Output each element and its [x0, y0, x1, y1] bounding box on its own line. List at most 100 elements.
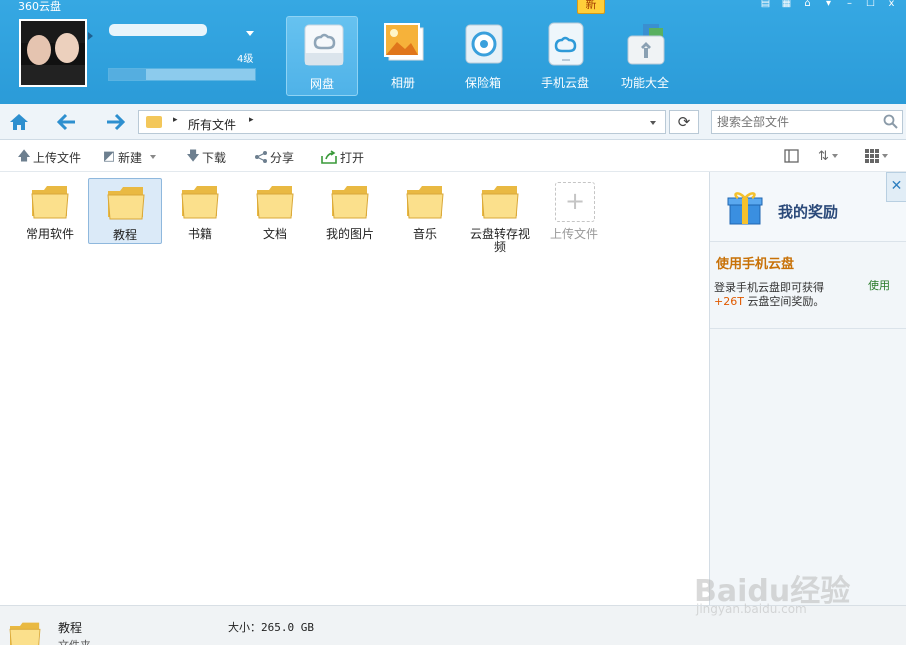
rewards-header: 我的奖励 ✕ — [710, 172, 906, 242]
tab-wangpan[interactable]: 网盘 — [286, 16, 358, 96]
tab-gongneng[interactable]: 功能大全 — [609, 16, 681, 96]
selected-item-size: 大小：265.0 GB — [228, 621, 314, 634]
baidu-watermark: Baidu经验 jingyan.baidu.com — [694, 558, 874, 618]
download-button[interactable]: 🡇 下载 — [186, 148, 226, 166]
new-label: 新建 — [118, 150, 143, 165]
folder-icon — [9, 622, 41, 645]
search-icon[interactable] — [883, 114, 898, 129]
folder-name: 常用软件 — [25, 227, 74, 241]
toolbox-icon — [627, 24, 665, 65]
gift-icon — [727, 192, 763, 225]
chevron-right-icon: ▸ — [249, 115, 254, 125]
path-breadcrumb[interactable]: ▸ 所有文件 ▸ — [138, 110, 666, 134]
home-mini-icon[interactable]: ⌂ — [797, 0, 818, 11]
forward-button[interactable] — [100, 108, 130, 136]
folder-item[interactable]: 音乐 — [388, 178, 462, 244]
cloud-drive-icon — [304, 24, 344, 66]
breadcrumb-current[interactable]: 所有文件 — [188, 116, 236, 133]
tab-label: 功能大全 — [620, 76, 669, 90]
refresh-button[interactable]: ⟳ — [669, 110, 699, 134]
folder-item[interactable]: 我的图片 — [313, 178, 387, 244]
watermark-url: jingyan.baidu.com — [696, 602, 807, 616]
safe-box-icon — [465, 24, 503, 64]
close-panel-button[interactable]: ✕ — [886, 172, 906, 202]
path-dropdown-icon[interactable] — [650, 121, 656, 125]
share-label: 分享 — [270, 150, 295, 165]
upload-button[interactable]: 🡅 上传文件 — [17, 148, 81, 166]
download-label: 下载 — [202, 150, 227, 165]
folder-item-selected[interactable]: 教程 — [88, 178, 162, 244]
sort-icon: ⇅ — [818, 148, 829, 164]
tab-label: 相册 — [390, 76, 415, 90]
tab-shouji[interactable]: 手机云盘 — [529, 16, 601, 96]
folder-name: 音乐 — [412, 227, 437, 241]
folder-item[interactable]: 文档 — [238, 178, 312, 244]
folder-name: 书籍 — [187, 227, 212, 241]
close-window-icon[interactable]: x — [881, 0, 902, 11]
upload-label: 上传文件 — [33, 150, 82, 165]
avatar-arrow-icon — [88, 32, 93, 40]
new-folder-icon: ◩ — [102, 149, 116, 164]
menu-icon[interactable]: ▤ — [755, 0, 776, 11]
folder-icon — [146, 116, 162, 128]
chevron-down-icon — [831, 154, 838, 158]
tab-label: 手机云盘 — [540, 76, 589, 90]
user-level: 4级 — [237, 54, 254, 65]
download-arrow-icon: 🡇 — [186, 149, 200, 164]
open-button[interactable]: 打开 — [320, 148, 364, 166]
share-button[interactable]: 分享 — [254, 148, 294, 166]
folder-item[interactable]: 云盘转存视频 — [463, 178, 537, 258]
home-button[interactable] — [4, 108, 34, 136]
divider — [710, 328, 906, 329]
upload-arrow-icon: 🡅 — [17, 149, 31, 164]
reward-title: 使用手机云盘 — [716, 257, 795, 272]
reward-description: 登录手机云盘即可获得 +26T 云盘空间奖励。 — [714, 281, 825, 308]
search-input[interactable] — [717, 114, 877, 130]
folder-icon — [107, 187, 145, 220]
forward-arrow-icon — [107, 113, 126, 131]
maximize-icon[interactable]: ☐ — [860, 0, 881, 11]
new-badge: 新 — [577, 0, 605, 14]
user-menu-chevron-icon[interactable] — [246, 31, 254, 36]
folder-icon — [181, 186, 219, 219]
back-button[interactable] — [52, 108, 82, 136]
reward-amount: +26T — [714, 295, 744, 308]
toggle-panel-button[interactable] — [784, 148, 799, 164]
folder-item[interactable]: 常用软件 — [13, 178, 87, 244]
folder-name: 我的图片 — [325, 227, 374, 241]
use-reward-link[interactable]: 使用 — [868, 277, 890, 293]
dropdown-icon[interactable]: ▾ — [818, 0, 839, 11]
tab-baoxianxiang[interactable]: 保险箱 — [447, 16, 519, 96]
rewards-title: 我的奖励 — [778, 203, 839, 221]
upload-tile[interactable]: + 上传文件 — [537, 178, 611, 244]
minimize-icon[interactable]: – — [839, 0, 860, 11]
skin-icon[interactable]: ▦ — [776, 0, 797, 11]
upload-tile-label: 上传文件 — [549, 227, 598, 241]
space-progress-fill — [109, 69, 146, 80]
window-controls: ▤ ▦ ⌂ ▾ – ☐ x — [755, 0, 902, 11]
search-box[interactable] — [711, 110, 903, 134]
tab-xiangce[interactable]: 相册 — [367, 16, 439, 96]
close-icon: ✕ — [890, 178, 903, 194]
view-mode-button[interactable] — [865, 148, 888, 164]
tab-label: 保险箱 — [464, 76, 501, 90]
app-title: 360云盘 — [18, 0, 61, 13]
folder-icon — [406, 186, 444, 219]
chevron-down-icon[interactable] — [150, 155, 157, 159]
folder-icon — [481, 186, 519, 219]
avatar[interactable] — [19, 19, 87, 87]
new-button[interactable]: ◩ 新建 — [102, 148, 157, 166]
selected-item-name: 教程 — [58, 621, 83, 635]
username-redacted[interactable] — [109, 24, 207, 36]
folder-name: 教程 — [112, 228, 137, 242]
top-header: 360云盘 ▤ ▦ ⌂ ▾ – ☐ x 4级 网盘 相册 保险箱 手机云盘 新 … — [0, 0, 906, 104]
sort-button[interactable]: ⇅ — [818, 148, 838, 164]
file-grid: 常用软件 教程 书籍 文档 我的图片 音乐 云盘转存视频 + 上传文件 — [0, 172, 709, 605]
chevron-right-icon: ▸ — [173, 115, 178, 125]
photo-album-icon — [384, 23, 424, 61]
back-arrow-icon — [56, 113, 75, 131]
mobile-cloud-icon — [548, 22, 584, 66]
folder-item[interactable]: 书籍 — [163, 178, 237, 244]
user-subtitle-redacted — [109, 47, 193, 59]
selected-item-type: 文件夹 — [58, 637, 91, 645]
